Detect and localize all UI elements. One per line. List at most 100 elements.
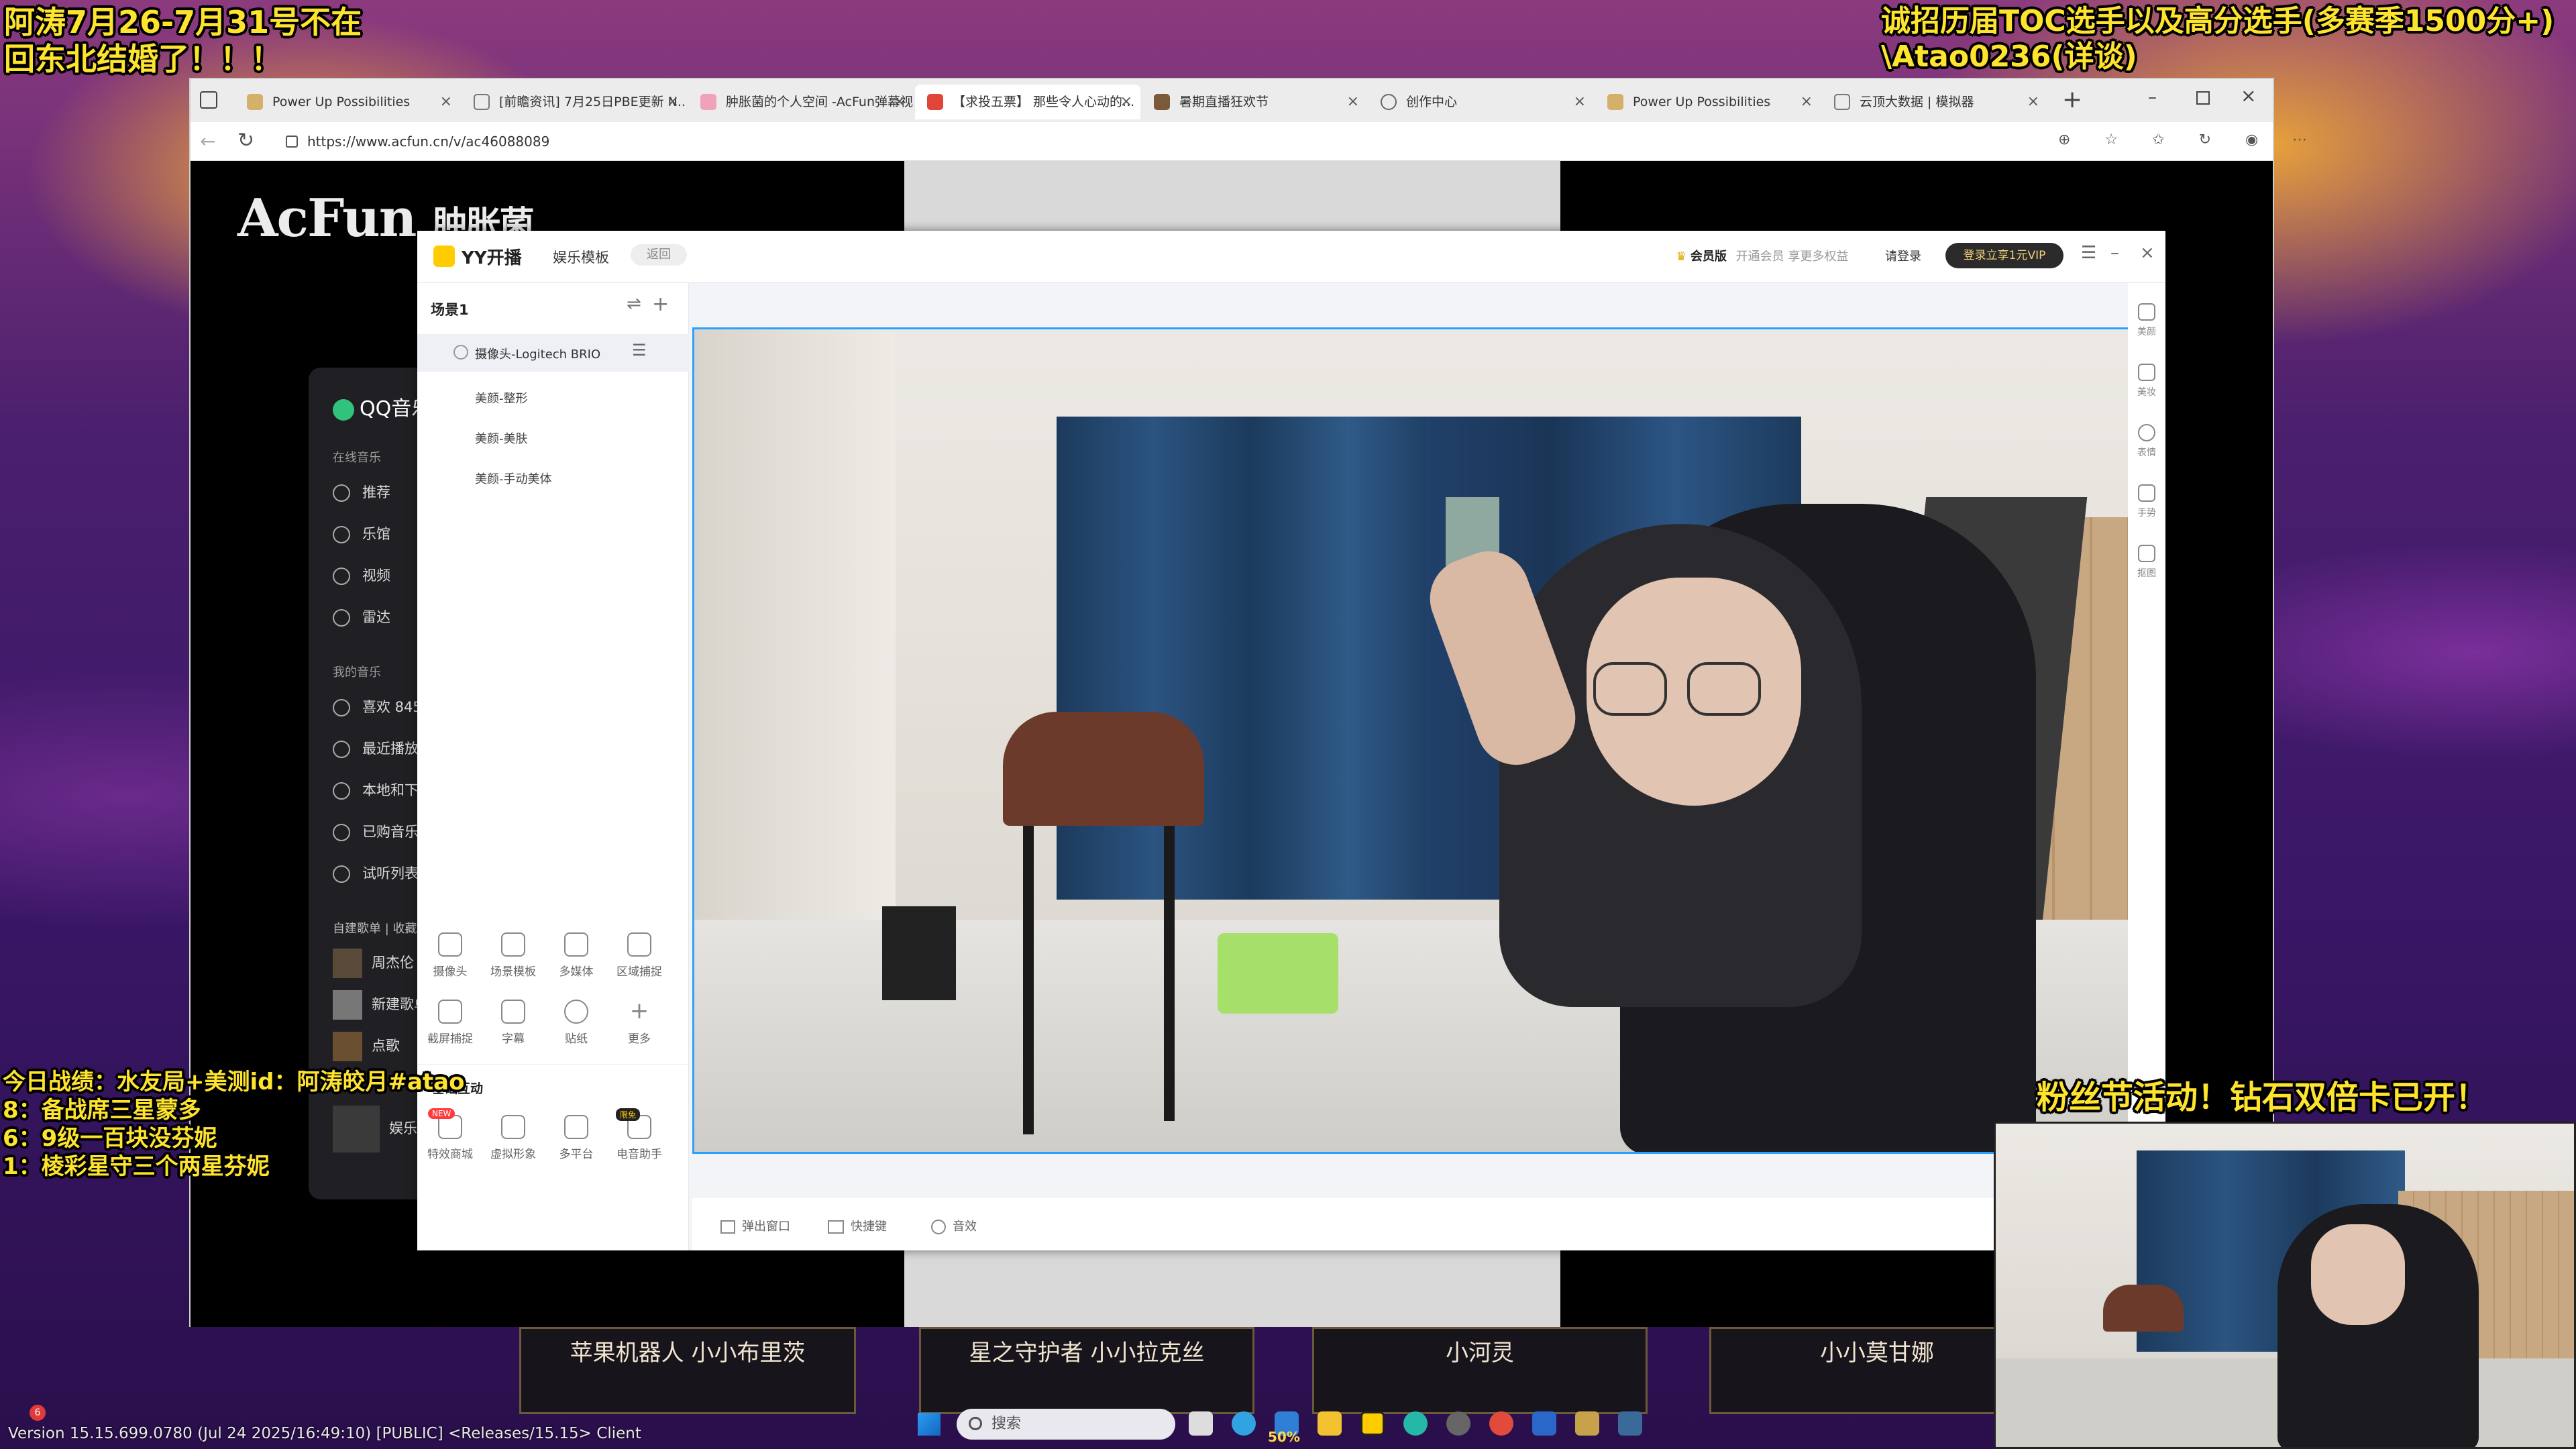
qq-item-recommend[interactable]: 推荐 <box>333 482 390 502</box>
tab-favorites[interactable]: 收藏 <box>393 922 417 936</box>
qq-item-likes[interactable]: 喜欢 845 <box>333 696 422 716</box>
tab-label: 创作中心 <box>1406 95 1458 109</box>
yy-live-window: YY开播 娱乐模板 返回 ♛ 会员版 开通会员 享更多权益 请登录 登录立享1元… <box>417 231 2165 1250</box>
tool-avatar[interactable]: 虚拟形象 <box>483 1115 543 1161</box>
camera-preview[interactable] <box>692 327 2165 1154</box>
qq-item-trial[interactable]: 试听列表 <box>333 863 419 883</box>
windows-start-icon[interactable] <box>918 1413 941 1436</box>
settings-icon[interactable]: ⇌ <box>627 294 641 314</box>
close-button[interactable]: × <box>2140 243 2155 263</box>
close-icon[interactable]: × <box>1574 85 1586 119</box>
tool-subtitle[interactable]: 字幕 <box>483 1000 543 1046</box>
qq-item-video[interactable]: 视频 <box>333 565 390 585</box>
avatar-icon <box>501 1115 525 1139</box>
shortcut-button[interactable]: 快捷键 <box>828 1217 887 1234</box>
qq-item-label: 雷达 <box>362 609 390 625</box>
app-icon[interactable] <box>1532 1411 1556 1436</box>
tool-sticker[interactable]: 贴纸 <box>546 1000 606 1046</box>
tool-screen[interactable]: 截屏捕捉 <box>420 1000 480 1046</box>
vip-info[interactable]: ♛ 会员版 开通会员 享更多权益 <box>1676 247 1848 264</box>
fan-festival-banner: 粉丝节活动！钻石双倍卡已开！ <box>2037 1079 2488 1116</box>
favicon-icon <box>247 94 263 110</box>
qq-item-purchased[interactable]: 已购音乐 <box>333 821 419 841</box>
tab-8[interactable]: 云顶大数据 | 模拟器 × <box>1822 85 2047 119</box>
tab-label: Power Up Possibilities <box>272 95 411 109</box>
tool-beauty[interactable]: 美颜 <box>2132 303 2161 338</box>
close-icon[interactable]: × <box>1347 85 1359 119</box>
tool-scene-template[interactable]: 场景模板 <box>483 932 543 979</box>
app-icon[interactable] <box>1618 1411 1642 1436</box>
tool-makeup[interactable]: 美妆 <box>2132 364 2161 398</box>
yy-back-button[interactable]: 返回 <box>631 244 687 266</box>
tab-1[interactable]: Power Up Possibilities × <box>235 85 460 119</box>
tab-4-active[interactable]: 【求投五票】 那些令人心动的... × <box>915 85 1140 119</box>
tab-7[interactable]: Power Up Possibilities × <box>1595 85 1821 119</box>
sub-source[interactable]: 美颜-整形 <box>475 389 528 407</box>
qq-item-recent[interactable]: 最近播放 <box>333 738 419 758</box>
login-link[interactable]: 请登录 <box>1885 247 1921 264</box>
tool-media[interactable]: 多媒体 <box>546 932 606 979</box>
back-icon[interactable]: ← <box>200 130 215 152</box>
chrome-icon[interactable] <box>1489 1411 1513 1436</box>
close-icon[interactable]: × <box>667 85 679 119</box>
close-icon[interactable]: × <box>1120 85 1132 119</box>
divider <box>417 1064 689 1065</box>
tool-expression[interactable]: 表情 <box>2132 424 2161 459</box>
tool-camera[interactable]: 摄像头 <box>420 932 480 979</box>
playlist-item[interactable]: 点歌 <box>333 1032 400 1061</box>
minimize-button[interactable]: – <box>2148 87 2157 107</box>
tool-more[interactable]: + 更多 <box>609 1000 669 1046</box>
menu-icon[interactable]: ☰ <box>632 341 647 360</box>
tab-3[interactable]: 肿胀菌的个人空间 -AcFun弹幕视... × <box>688 85 914 119</box>
curtain-left <box>1057 417 1446 900</box>
green-stool <box>1218 933 1338 1014</box>
search-placeholder: 搜索 <box>991 1415 1022 1432</box>
close-icon[interactable]: × <box>894 85 906 119</box>
qq-item-hall[interactable]: 乐馆 <box>333 523 390 543</box>
yy-taskbar-icon[interactable] <box>1360 1411 1385 1436</box>
tool-multi-platform[interactable]: 多平台 <box>546 1115 606 1161</box>
popout-window-button[interactable]: 弹出窗口 <box>720 1217 790 1234</box>
tool-cutout[interactable]: 抠图 <box>2132 545 2161 580</box>
sub-source[interactable]: 美颜-美肤 <box>475 429 528 447</box>
tab-2[interactable]: [前瞻资讯] 7月25日PBE更新 N... × <box>462 85 687 119</box>
reload-icon[interactable]: ↻ <box>237 129 254 152</box>
tab-created[interactable]: 自建歌单 <box>333 922 381 936</box>
sub-source[interactable]: 美颜-手动美体 <box>475 470 552 487</box>
tool-label: 美颜 <box>2137 327 2156 337</box>
favicon-icon <box>1607 94 1623 110</box>
scene-name[interactable]: 场景1 <box>431 299 469 319</box>
tool-region[interactable]: 区域捕捉 <box>609 932 669 979</box>
steam-icon[interactable] <box>1446 1411 1470 1436</box>
tool-gesture[interactable]: 手势 <box>2132 484 2161 519</box>
close-window-button[interactable]: × <box>2241 85 2256 107</box>
maximize-button[interactable] <box>2196 91 2210 105</box>
playlist-item[interactable]: 新建歌单 <box>333 990 428 1020</box>
vip-promo-button[interactable]: 登录立享1元VIP <box>1945 243 2063 268</box>
list-icon <box>333 865 350 883</box>
close-icon[interactable]: × <box>440 85 452 119</box>
app-icon[interactable] <box>1403 1411 1428 1436</box>
playlist-item[interactable]: 周杰伦 <box>333 949 414 978</box>
edge-icon[interactable] <box>1232 1411 1256 1436</box>
tab-6[interactable]: 创作中心 × <box>1368 85 1594 119</box>
back-label: 返回 <box>647 248 671 262</box>
sound-effect-button[interactable]: 音效 <box>931 1217 977 1234</box>
minimize-button[interactable]: – <box>2110 243 2119 263</box>
tab-5[interactable]: 暑期直播狂欢节 × <box>1142 85 1367 119</box>
menu-icon[interactable]: ☰ <box>2081 243 2096 263</box>
tool-audio-helper[interactable]: 电音助手 <box>609 1115 669 1161</box>
add-scene-icon[interactable]: + <box>652 292 669 316</box>
url-field[interactable]: https://www.acfun.cn/v/ac46088089 <box>278 127 2022 156</box>
close-icon[interactable]: × <box>1801 85 1813 119</box>
address-bar-actions[interactable]: ⊕ ☆ ✩ ↻ ◉ ⋯ <box>2058 131 2322 148</box>
sidebar-toggle-icon[interactable] <box>200 91 217 109</box>
new-tab-button[interactable]: + <box>2062 86 2082 113</box>
task-view-icon[interactable] <box>1189 1411 1213 1436</box>
close-icon[interactable]: × <box>2027 85 2039 119</box>
source-camera[interactable]: 摄像头-Logitech BRIO ☰ <box>417 334 689 372</box>
league-icon[interactable] <box>1575 1411 1599 1436</box>
taskbar-search[interactable]: 搜索 <box>957 1409 1175 1440</box>
qq-item-radar[interactable]: 雷达 <box>333 606 390 627</box>
folder-icon[interactable] <box>1318 1411 1342 1436</box>
